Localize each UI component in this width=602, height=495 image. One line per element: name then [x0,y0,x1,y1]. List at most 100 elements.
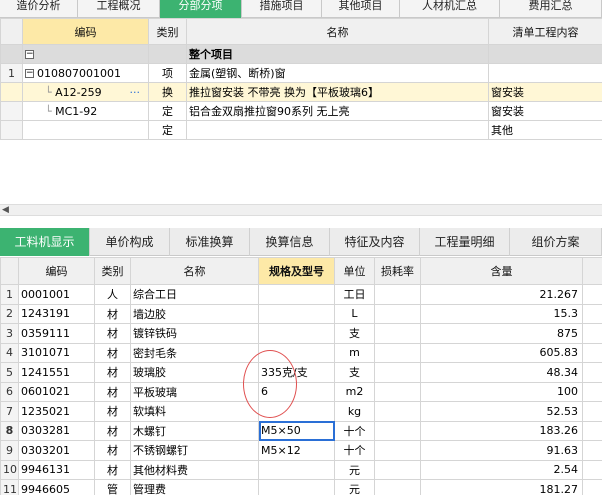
resource-unit[interactable]: m2 [334,381,375,402]
resource-loss-rate[interactable] [374,342,421,363]
header-name[interactable]: 名称 [186,18,489,45]
resource-name[interactable]: 其他材料费 [130,459,259,480]
resource-type[interactable]: 材 [94,303,131,324]
resource-quantity[interactable]: 100 [420,381,583,402]
item-type[interactable]: 换 [148,82,187,102]
resource-spec[interactable] [258,342,335,363]
table-row[interactable]: 11 9946605 管管理费 元 181.27 [0,479,602,495]
resource-type[interactable]: 管 [94,479,131,495]
item-type[interactable]: 定 [148,120,187,140]
header-code[interactable]: 编码 [22,18,149,45]
resource-type[interactable]: 材 [94,362,131,383]
table-row[interactable]: 8 0303281 材木螺钉 M5×50 十个 183.26 [0,420,602,441]
item-name[interactable]: 推拉窗安装 不带亮 换为【平板玻璃6】 [186,82,489,102]
resource-quantity[interactable]: 48.34 [420,362,583,383]
resource-unit[interactable]: 十个 [334,440,375,461]
resource-loss-rate[interactable] [374,303,421,324]
resource-unit[interactable]: L [334,303,375,324]
resource-quantity[interactable]: 21.267 [420,284,583,305]
resource-spec[interactable] [258,401,335,422]
resource-type[interactable]: 人 [94,284,131,305]
header-type[interactable]: 类别 [94,257,131,285]
table-row[interactable]: 1 0001001 人综合工日 工日 21.267 [0,284,602,305]
resource-code[interactable]: 0601021 [18,381,95,402]
table-row[interactable]: 定 其他 [0,120,602,140]
tab-cost-analysis[interactable]: 造价分析 [0,0,78,18]
collapse-toggle-icon[interactable]: − [25,50,34,59]
resource-unit[interactable]: kg [334,401,375,422]
item-name[interactable] [186,120,489,140]
tab-other-items[interactable]: 其他项目 [322,0,400,18]
item-name[interactable]: 铝合金双扇推拉窗90系列 无上亮 [186,101,489,121]
resource-unit[interactable]: 十个 [334,420,375,441]
resource-quantity[interactable]: 875 [420,323,583,344]
resource-spec[interactable] [258,284,335,305]
resource-code[interactable]: 9946605 [18,479,95,495]
table-row[interactable]: 2 1243191 材墙边胶 L 15.3 [0,303,602,324]
table-row[interactable]: 7 1235021 材软填料 kg 52.53 [0,401,602,422]
header-loss-rate[interactable]: 损耗率 [374,257,421,285]
resource-type[interactable]: 材 [94,440,131,461]
tab-unit-price-composition[interactable]: 单价构成 [90,228,170,256]
resource-name[interactable]: 镀锌铁码 [130,323,259,344]
resource-name[interactable]: 玻璃胶 [130,362,259,383]
table-row[interactable]: 9 0303201 材不锈钢螺钉 M5×12 十个 91.63 [0,440,602,461]
table-row[interactable]: └ A12-259 ··· 换 推拉窗安装 不带亮 换为【平板玻璃6】 窗安装 [0,82,602,102]
resource-spec[interactable] [258,303,335,324]
table-row[interactable]: 10 9946131 材其他材料费 元 2.54 [0,459,602,480]
resource-loss-rate[interactable] [374,440,421,461]
item-content[interactable] [488,63,602,83]
resource-quantity[interactable]: 15.3 [420,303,583,324]
item-code-cell[interactable]: └ A12-259 ··· [22,82,149,102]
resource-spec[interactable] [258,323,335,344]
tab-labor-material-display[interactable]: 工料机显示 [0,228,90,256]
resource-loss-rate[interactable] [374,479,421,495]
resource-type[interactable]: 材 [94,381,131,402]
item-content[interactable]: 其他 [488,120,602,140]
item-content[interactable]: 窗安装 [488,82,602,102]
resource-quantity[interactable]: 2.54 [420,459,583,480]
resource-type[interactable]: 材 [94,459,131,480]
tab-measures[interactable]: 措施项目 [242,0,322,18]
item-type[interactable]: 定 [148,101,187,121]
header-type[interactable]: 类别 [148,18,187,45]
resource-spec[interactable] [258,459,335,480]
resource-code[interactable]: 1241551 [18,362,95,383]
resource-name[interactable]: 管理费 [130,479,259,495]
resource-unit[interactable]: 支 [334,323,375,344]
resource-spec[interactable]: 335克/支 [258,362,335,383]
tab-project-overview[interactable]: 工程概况 [78,0,160,18]
item-code-cell[interactable]: └ MC1-92 [22,101,149,121]
table-row[interactable]: 6 0601021 材平板玻璃 6 m2 100 [0,381,602,402]
resource-spec[interactable]: 6 [258,381,335,402]
resource-unit[interactable]: 元 [334,479,375,495]
resource-loss-rate[interactable] [374,323,421,344]
item-type[interactable]: 项 [148,63,187,83]
group-row-whole-project[interactable]: − 整个项目 [0,44,602,64]
resource-quantity[interactable]: 91.63 [420,440,583,461]
header-content[interactable]: 清单工程内容 [488,18,602,45]
resource-code[interactable]: 9946131 [18,459,95,480]
resource-name[interactable]: 密封毛条 [130,342,259,363]
tab-sub-items[interactable]: 分部分项 [160,0,242,18]
resource-code[interactable]: 0001001 [18,284,95,305]
resource-spec[interactable] [258,479,335,495]
resource-code[interactable]: 1235021 [18,401,95,422]
table-row[interactable]: └ MC1-92 定 铝合金双扇推拉窗90系列 无上亮 窗安装 [0,101,602,121]
resource-loss-rate[interactable] [374,362,421,383]
resource-unit[interactable]: 工日 [334,284,375,305]
resource-code[interactable]: 0359111 [18,323,95,344]
table-row[interactable]: 1 −010807001001 项 金属(塑钢、断桥)窗 [0,63,602,83]
resource-quantity[interactable]: 605.83 [420,342,583,363]
resource-name[interactable]: 墙边胶 [130,303,259,324]
resource-loss-rate[interactable] [374,284,421,305]
item-content[interactable]: 窗安装 [488,101,602,121]
item-code-cell[interactable]: −010807001001 [22,63,149,83]
table-row[interactable]: 5 1241551 材玻璃胶 335克/支支 48.34 [0,362,602,383]
resource-loss-rate[interactable] [374,381,421,402]
table-row[interactable]: 3 0359111 材镀锌铁码 支 875 [0,323,602,344]
resource-loss-rate[interactable] [374,459,421,480]
tab-conversion-info[interactable]: 换算信息 [250,228,330,256]
scroll-left-arrow-icon[interactable]: ◀ [2,205,9,216]
resource-unit[interactable]: 元 [334,459,375,480]
